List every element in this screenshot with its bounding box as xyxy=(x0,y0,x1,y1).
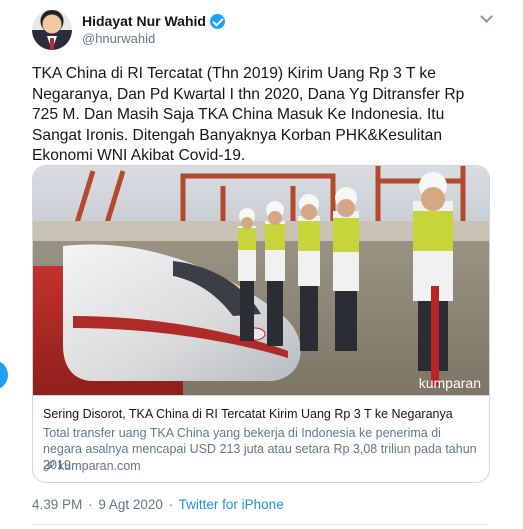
card-domain-text: kumparan.com xyxy=(58,459,141,473)
barrier-post xyxy=(431,286,439,386)
card-title[interactable]: Sering Disorot, TKA China di RI Tercatat… xyxy=(43,407,483,421)
author-name[interactable]: Hidayat Nur Wahid xyxy=(82,13,206,29)
tweet-source[interactable]: Twitter for iPhone xyxy=(179,497,284,512)
watermark: kumparan xyxy=(419,375,481,391)
tweet-date[interactable]: 9 Agt 2020 xyxy=(98,497,163,512)
side-action-bubble[interactable] xyxy=(0,360,8,390)
avatar[interactable] xyxy=(32,10,72,50)
author-handle[interactable]: @hnurwahid xyxy=(82,31,155,46)
meta-separator-2: · xyxy=(168,497,174,512)
avatar-tie xyxy=(50,38,54,50)
author-name-row[interactable]: Hidayat Nur Wahid xyxy=(82,13,225,29)
card-body[interactable]: Sering Disorot, TKA China di RI Tercatat… xyxy=(33,395,489,482)
link-icon xyxy=(43,460,55,472)
meta-separator: · xyxy=(88,497,93,512)
verified-badge-icon xyxy=(209,13,225,29)
tweet-time[interactable]: 4.39 PM xyxy=(32,497,82,512)
chevron-down-icon[interactable] xyxy=(480,12,492,24)
tweet-text: TKA China di RI Tercatat (Thn 2019) Kiri… xyxy=(32,65,465,164)
card-image[interactable]: kumparan xyxy=(33,166,489,395)
bottom-divider xyxy=(32,524,488,525)
link-card[interactable]: kumparan Sering Disorot, TKA China di RI… xyxy=(32,165,490,483)
tweet-container: Hidayat Nur Wahid @hnurwahid TKA China d… xyxy=(0,0,523,529)
card-domain[interactable]: kumparan.com xyxy=(43,459,141,473)
tweet-meta: 4.39 PM · 9 Agt 2020 · Twitter for iPhon… xyxy=(32,497,284,512)
